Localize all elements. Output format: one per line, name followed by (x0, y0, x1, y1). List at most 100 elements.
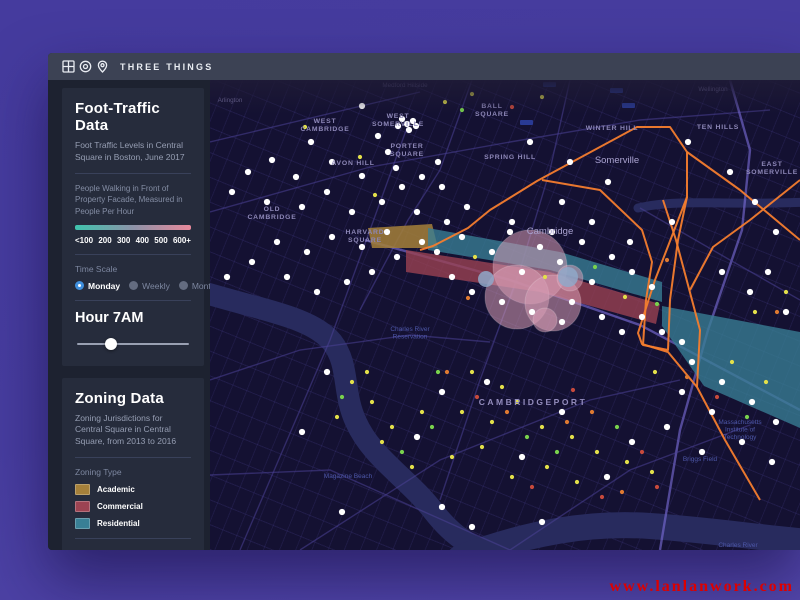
data-dot (390, 425, 394, 429)
data-dot (599, 314, 605, 320)
radio-label: Weekly (142, 281, 170, 291)
data-dot (571, 388, 575, 392)
data-dot (565, 420, 569, 424)
zoning-legend-commercial: Commercial (75, 501, 191, 512)
data-dot (773, 229, 779, 235)
map-label: Cambridge (527, 226, 573, 237)
data-dot (730, 360, 734, 364)
data-dot (605, 179, 611, 185)
data-dot (324, 369, 330, 375)
data-dot (490, 420, 494, 424)
year-value: Year 2014 (75, 548, 191, 550)
data-dot (460, 410, 464, 414)
scale-label: 400 (136, 236, 149, 245)
data-dot (350, 380, 354, 384)
scale-label: 600+ (173, 236, 191, 245)
map-label: Briggs Field (683, 456, 718, 463)
map-label: CAMBRIDGEPORT (479, 397, 588, 407)
zone-residential-big (662, 306, 800, 428)
data-dot (466, 296, 470, 300)
grid-icon[interactable] (62, 60, 75, 73)
data-dot (464, 204, 470, 210)
data-dot (529, 309, 535, 315)
data-dot (380, 440, 384, 444)
data-dot (444, 219, 450, 225)
foot-traffic-legend-caption: People Walking in Front of Property Faca… (75, 183, 191, 218)
data-dot (749, 399, 755, 405)
map-label: AVON HILL (331, 160, 374, 167)
divider (75, 173, 191, 174)
app-header: THREE THINGS (48, 53, 800, 80)
data-dot (775, 310, 779, 314)
data-dot (510, 105, 514, 109)
zoning-legend-academic: Academic (75, 484, 191, 495)
foot-traffic-title: Foot-Traffic Data (75, 100, 191, 134)
data-dot (274, 239, 280, 245)
time-scale-label: Time Scale (75, 264, 191, 274)
map-canvas[interactable]: ArlingtonMedford HillsideWellingtonWESTS… (210, 80, 800, 550)
data-dot (773, 419, 779, 425)
map-label: Arlington (218, 97, 243, 104)
zoning-panel: Zoning Data Zoning Jurisdictions for Cen… (62, 378, 204, 550)
data-dot (669, 219, 675, 225)
map-label: Somerville (595, 155, 639, 166)
radio-label: Monday (88, 281, 120, 291)
academic-swatch (75, 484, 90, 495)
data-dot (559, 319, 565, 325)
data-dot (369, 269, 375, 275)
data-dot (314, 289, 320, 295)
data-dot (414, 209, 420, 215)
data-dot (373, 193, 377, 197)
data-dot (269, 157, 275, 163)
map-label: TEN HILLS (697, 124, 739, 131)
data-dot (559, 409, 565, 415)
data-dot (590, 410, 594, 414)
radio-weekly[interactable]: Weekly (129, 281, 170, 291)
data-dot (527, 139, 533, 145)
traffic-gradient-legend (75, 225, 191, 230)
data-dot (650, 470, 654, 474)
road-shield (622, 103, 635, 108)
data-dot (593, 265, 597, 269)
zoning-subtitle: Zoning Jurisdictions for Central Square … (75, 413, 191, 449)
map-label: Charles RiverReservation (390, 326, 430, 340)
data-dot (445, 370, 449, 374)
data-dot (540, 95, 544, 99)
target-icon[interactable] (79, 60, 92, 73)
data-dot (589, 279, 595, 285)
data-dot (752, 199, 758, 205)
data-dot (293, 174, 299, 180)
data-dot (629, 269, 635, 275)
legend-label: Academic (97, 485, 135, 494)
river (638, 202, 800, 208)
data-dot (299, 429, 305, 435)
data-dot (509, 219, 515, 225)
map-label: SPRING HILL (484, 154, 536, 161)
data-dot (469, 289, 475, 295)
data-dot (335, 415, 339, 419)
map-area[interactable]: ArlingtonMedford HillsideWellingtonWESTS… (210, 80, 800, 550)
map-label: PORTERSQUARE (390, 143, 424, 158)
radio-monthly[interactable]: Monthly (179, 281, 210, 291)
data-dot (570, 435, 574, 439)
hour-value: Hour 7AM (75, 310, 191, 326)
data-dot (470, 92, 474, 96)
map-label: Wellington (698, 86, 728, 93)
data-dot (304, 249, 310, 255)
legend-label: Commercial (97, 502, 143, 511)
data-dot (359, 173, 365, 179)
data-dot (519, 269, 525, 275)
map-label: WESTSOMERVILLE (372, 113, 424, 128)
slider-track[interactable] (77, 343, 189, 345)
data-dot (525, 435, 529, 439)
data-dot (349, 209, 355, 215)
data-dot (430, 425, 434, 429)
slider-handle[interactable] (105, 338, 117, 350)
data-dot (655, 485, 659, 489)
radio-monday[interactable]: Monday (75, 281, 120, 291)
hour-slider[interactable] (77, 338, 189, 350)
data-dot (615, 425, 619, 429)
pin-icon[interactable] (96, 60, 109, 73)
data-dot (439, 184, 445, 190)
traffic-bubble-small (558, 267, 578, 287)
